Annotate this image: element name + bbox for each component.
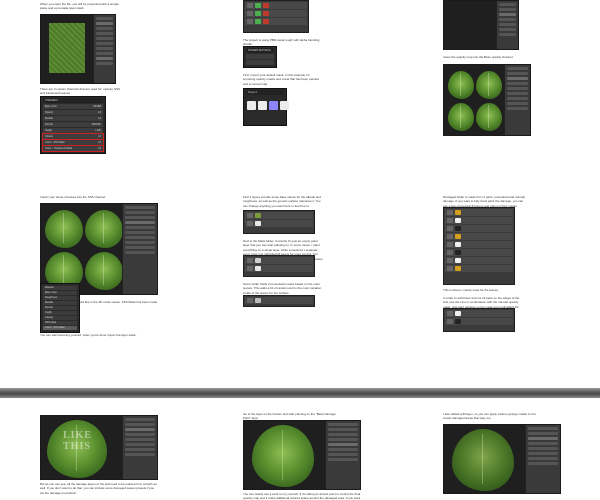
channel-label: Metallic [45, 117, 54, 120]
channel-format: sRGB8 [93, 105, 101, 108]
channel-dropdown-menu[interactable]: Material Base Color Roughness Metallic N… [40, 283, 80, 333]
leaf-image [448, 71, 474, 99]
shader-layer-rows [243, 0, 309, 33]
channel-label: User0 - SSS Mask [45, 141, 65, 144]
channel-format: L8 [98, 135, 101, 138]
leaf-image [476, 103, 502, 131]
channel-label: User1 - Translucent Mask [45, 147, 73, 150]
texture-thumb[interactable] [247, 101, 256, 110]
viewport: LIKE THIS [41, 416, 123, 479]
project-textures-panel: Project 1 [243, 88, 289, 126]
shader-settings-panel: SHADER SETTINGS [243, 46, 277, 68]
channels-panel: CHANNELS Base Color sRGB8 Opacity L8 Metal… [40, 96, 106, 154]
menu-item[interactable]: Roughness [43, 296, 77, 300]
channel-format: L8 [98, 147, 101, 150]
channel-label: Height [45, 129, 52, 132]
tiled-plane [49, 23, 85, 73]
channel-label: Opacity [45, 135, 54, 138]
grunge-screenshot [443, 424, 561, 494]
opacity-screenshot [443, 0, 519, 50]
channels-panel-title: CHANNELS [45, 99, 59, 102]
base-layer-stack [243, 210, 315, 234]
damage-paint-screenshot: LIKE THIS [40, 415, 158, 480]
layer-sidebar [325, 421, 360, 489]
leaf-image [452, 429, 514, 491]
end-caption: You can start texturing yourself, when y… [40, 333, 137, 337]
channel-format: L8 [98, 111, 101, 114]
viewport [444, 65, 505, 135]
texture-thumb[interactable] [280, 101, 289, 110]
menu-item[interactable]: Height [43, 311, 77, 315]
menu-item[interactable]: Opacity [43, 316, 77, 320]
sss-caption: Import your sheet of leaves into the SSS… [40, 195, 106, 199]
base-damage-screenshot [243, 420, 361, 490]
viewport [444, 425, 526, 493]
viewport [41, 15, 93, 83]
procedural-caption: Some folder holds 2 procedural masks bas… [243, 282, 322, 295]
menu-item[interactable]: Normal [43, 306, 77, 310]
menu-item[interactable]: Metallic [43, 301, 77, 305]
intro-text: When you open the file, you will be pres… [40, 2, 119, 11]
mask-folder-stack [243, 255, 315, 277]
leaf-image [252, 425, 314, 487]
menu-item-selected[interactable]: User0 - SSS Mask [43, 326, 77, 330]
page-divider [0, 388, 600, 398]
layer-sidebar [122, 204, 157, 294]
viewport [444, 1, 496, 49]
layer-sidebar [504, 65, 530, 135]
leaves-opacity-screenshot [443, 64, 531, 136]
menu-item[interactable]: SSS Mask [43, 321, 77, 325]
channel-format: L8 [98, 141, 101, 144]
layer-sidebar [525, 425, 560, 493]
opacity-mask-stack [443, 308, 515, 332]
viewport [41, 204, 123, 294]
sss-screenshot [40, 203, 158, 295]
panel-description: There are 3 custom channels that are use… [40, 87, 121, 96]
clear-result-caption: You can clearly see it work so try yours… [243, 492, 361, 500]
grunge-caption: I also added a fill layer, so you can ap… [443, 412, 537, 421]
project-label: Project 1 [248, 91, 258, 94]
painted-watermark-text: LIKE THIS [63, 430, 93, 452]
channel-format: L16F [95, 129, 101, 132]
channel-format: RGB16F [91, 123, 101, 126]
texture-thumb-selected[interactable] [269, 101, 278, 110]
layer-sidebar [495, 1, 518, 49]
menu-item[interactable]: Material [43, 286, 77, 290]
leaves-use-caption: This is where I mainly used for the leav… [443, 288, 499, 292]
texture-thumb[interactable] [258, 101, 267, 110]
channel-label: Opacity [45, 111, 54, 114]
plane-screenshot [40, 14, 116, 84]
leaf-image [45, 210, 83, 248]
leaf-image [476, 71, 502, 99]
damage-scratch-caption: But as you can see, all the damage layer… [40, 482, 157, 495]
leaf-image [85, 252, 123, 290]
texture-thumbnails [247, 101, 289, 110]
layer-sidebar [122, 416, 157, 479]
menu-item[interactable]: Base Color [43, 291, 77, 295]
viewport [244, 421, 326, 489]
document-page: When you open the file, you will be pres… [0, 0, 600, 500]
leaf-image [448, 103, 474, 131]
layer-sidebar [92, 15, 115, 83]
channel-label: Normal [45, 123, 53, 126]
import-caption: First, import your default mask. In this… [243, 73, 319, 86]
base-layers-caption: First 2 layers provide some base values … [243, 195, 321, 208]
damage-layer-stack [443, 207, 515, 285]
procedural-folder-stack [243, 295, 315, 307]
channel-format: L8 [98, 117, 101, 120]
opacity-caption: Insert the opacity map into the Base opa… [443, 55, 514, 59]
shader-settings-title: SHADER SETTINGS [248, 49, 271, 52]
leaf-image [85, 210, 123, 248]
channel-label: Base Color [45, 105, 57, 108]
